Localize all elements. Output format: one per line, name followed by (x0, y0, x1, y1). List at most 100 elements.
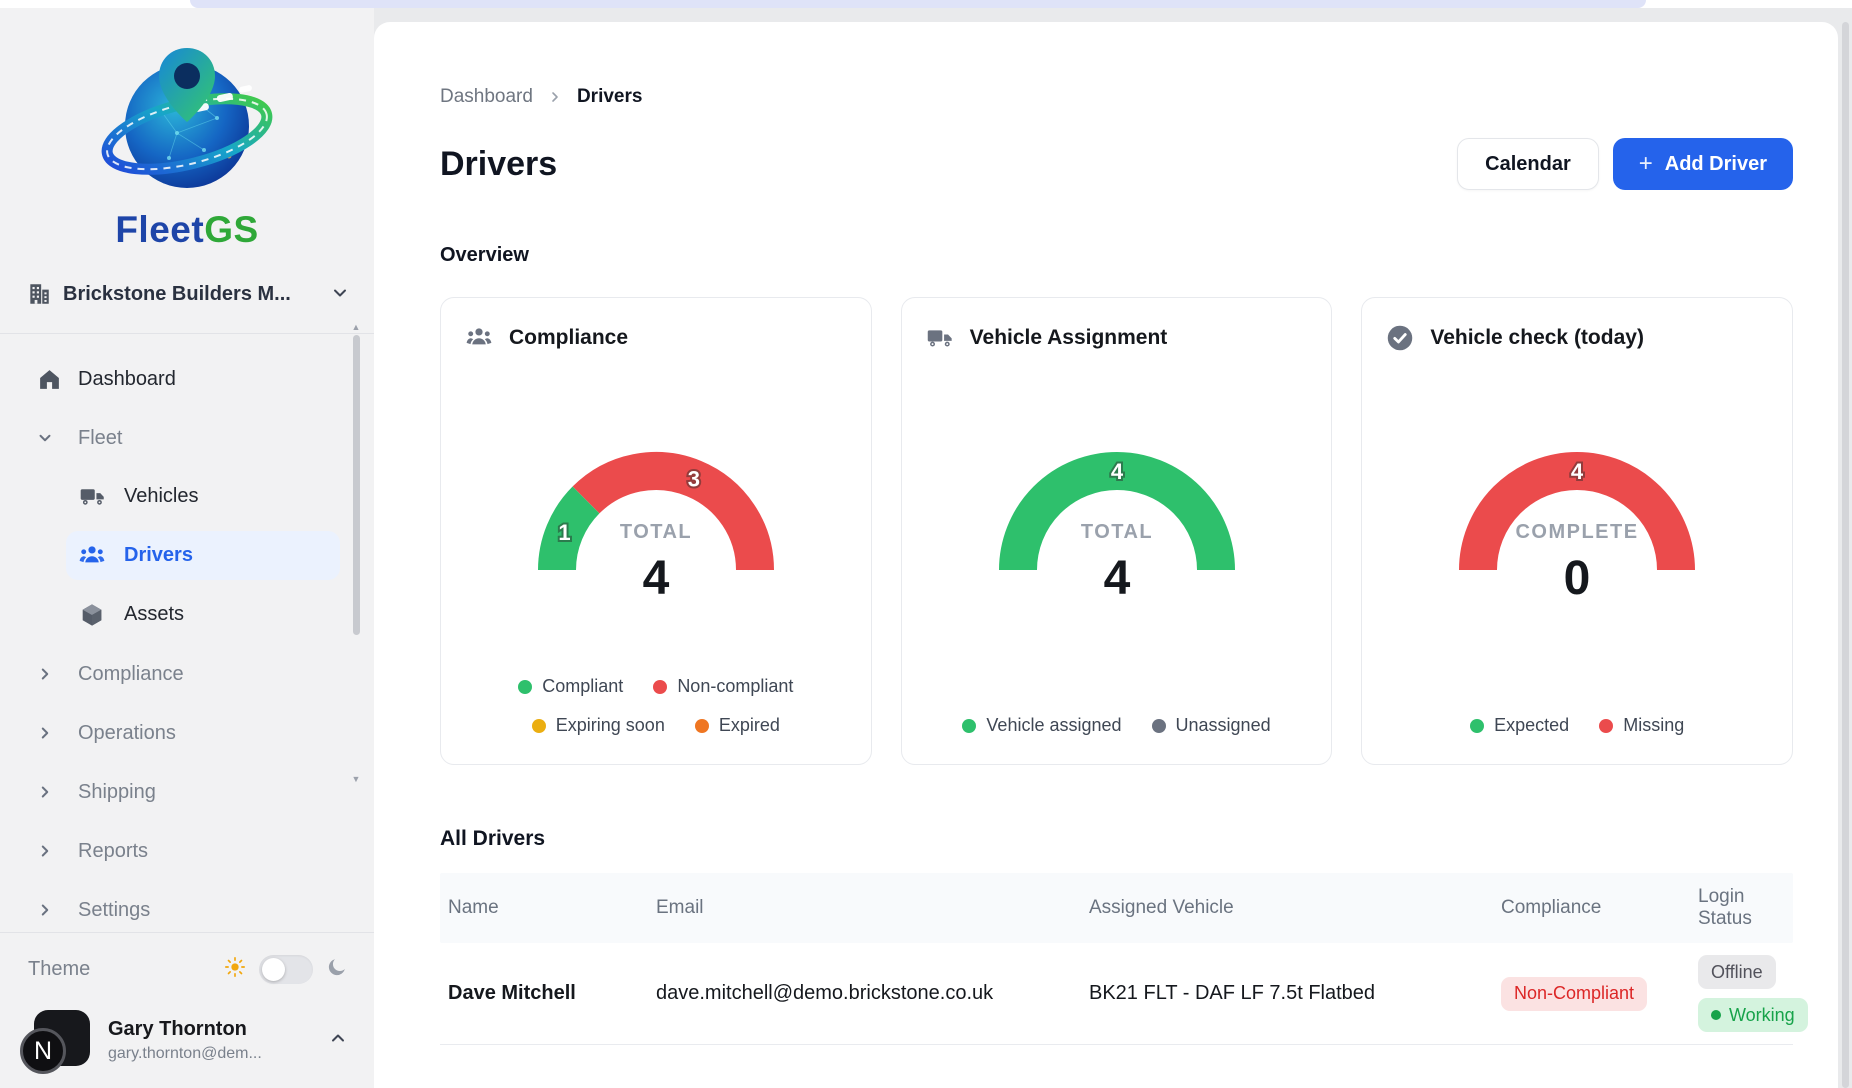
sidebar-scrollbar[interactable]: ▲ ▼ (350, 322, 362, 784)
brand-wordmark: FleetGS (115, 209, 258, 251)
svg-text:4: 4 (642, 552, 669, 600)
breadcrumb-dashboard-link[interactable]: Dashboard (440, 86, 533, 108)
svg-text:3: 3 (688, 467, 700, 492)
users-icon (78, 542, 106, 570)
vehicle-assignment-gauge: TOTAL 4 4 (937, 382, 1297, 600)
svg-text:1: 1 (558, 520, 570, 545)
offline-badge: Offline (1698, 955, 1776, 989)
non-compliant-badge: Non-Compliant (1501, 977, 1647, 1011)
check-circle-icon (1386, 324, 1414, 352)
truck-icon (78, 483, 106, 511)
sidebar-item-drivers[interactable]: Drivers (66, 531, 340, 580)
vehicle-check-legend: Expected Missing (1470, 715, 1684, 742)
column-header-assigned-vehicle: Assigned Vehicle (1081, 897, 1493, 919)
drivers-table: Name Email Assigned Vehicle Compliance L… (440, 873, 1793, 1045)
sidebar-group-operations[interactable]: Operations (0, 708, 374, 758)
working-badge: Working (1698, 998, 1808, 1032)
theme-row: Theme (28, 955, 348, 984)
moon-icon (326, 956, 348, 983)
vehicle-check-card: Vehicle check (today) COMPLETE 0 4 Expec… (1361, 297, 1793, 765)
sidebar-group-settings[interactable]: Settings (0, 885, 374, 932)
sidebar-item-dashboard[interactable]: Dashboard (0, 354, 374, 404)
column-header-email: Email (648, 897, 1081, 919)
breadcrumb: Dashboard Drivers (440, 86, 1793, 108)
table-row[interactable]: Dave Mitchell dave.mitchell@demo.brickst… (440, 943, 1793, 1045)
theme-label: Theme (28, 958, 90, 981)
legend-dot-compliant (518, 680, 532, 694)
sidebar: FleetGS Brickstone Builders M... (0, 8, 374, 1088)
driver-name: Dave Mitchell (440, 982, 648, 1005)
overview-heading: Overview (440, 244, 1793, 267)
column-header-login-status: Login Status (1690, 886, 1793, 930)
svg-text:4: 4 (1110, 459, 1123, 484)
brand-logo: FleetGS (0, 8, 374, 251)
browser-top-strip (0, 0, 1852, 8)
sidebar-group-compliance[interactable]: Compliance (0, 649, 374, 699)
svg-text:0: 0 (1564, 552, 1591, 600)
user-name: Gary Thornton (108, 1018, 262, 1041)
sidebar-group-shipping[interactable]: Shipping (0, 767, 374, 817)
svg-text:4: 4 (1103, 552, 1130, 600)
card-title: Compliance (509, 326, 628, 350)
calendar-button[interactable]: Calendar (1457, 138, 1599, 190)
vehicle-assignment-legend: Vehicle assigned Unassigned (962, 715, 1270, 742)
page-title: Drivers (440, 145, 557, 184)
window-scrollbar[interactable] (1842, 22, 1849, 1088)
svg-text:COMPLETE: COMPLETE (1516, 521, 1639, 543)
driver-vehicle: BK21 FLT - DAF LF 7.5t Flatbed (1081, 982, 1493, 1005)
login-status-cell: Offline Working (1690, 955, 1808, 1032)
legend-dot-expired (695, 719, 709, 733)
driver-email: dave.mitchell@demo.brickstone.co.uk (648, 982, 1081, 1005)
user-menu[interactable]: N Gary Thornton gary.thornton@dem... (28, 1010, 348, 1070)
column-header-compliance: Compliance (1493, 897, 1690, 919)
truck-icon (926, 324, 954, 352)
legend-dot-missing (1599, 719, 1613, 733)
svg-text:TOTAL: TOTAL (620, 521, 692, 543)
browser-notification-bar (190, 0, 1646, 8)
legend-dot-expected (1470, 719, 1484, 733)
card-title: Vehicle Assignment (970, 326, 1168, 350)
sidebar-footer: Theme N Gary Thornton (0, 932, 374, 1088)
chevron-right-icon (36, 783, 54, 801)
chevron-right-icon (36, 724, 54, 742)
sidebar-item-assets[interactable]: Assets (66, 590, 340, 639)
vehicle-assignment-card: Vehicle Assignment TOTAL 4 4 Vehicle ass… (901, 297, 1333, 765)
breadcrumb-current: Drivers (577, 86, 643, 108)
user-email: gary.thornton@dem... (108, 1045, 262, 1063)
working-status-dot (1711, 1010, 1721, 1020)
building-icon (26, 281, 52, 307)
legend-dot-expiring-soon (532, 719, 546, 733)
users-icon (465, 324, 493, 352)
legend-dot-non-compliant (653, 680, 667, 694)
cube-icon (78, 601, 106, 629)
theme-toggle[interactable] (259, 955, 313, 984)
main-content: Dashboard Drivers Drivers Calendar + Add… (374, 22, 1838, 1088)
chevron-down-icon (330, 283, 350, 306)
column-header-name: Name (440, 897, 648, 919)
add-driver-button[interactable]: + Add Driver (1613, 138, 1793, 190)
company-name: Brickstone Builders M... (63, 283, 291, 306)
company-selector[interactable]: Brickstone Builders M... (26, 281, 350, 307)
card-title: Vehicle check (today) (1430, 326, 1644, 350)
chevron-right-icon (36, 842, 54, 860)
toggle-knob (262, 958, 285, 981)
page-header: Drivers Calendar + Add Driver (440, 138, 1793, 190)
compliance-cell: Non-Compliant (1493, 977, 1690, 1011)
chevron-right-icon (36, 901, 54, 919)
scrollbar-thumb[interactable] (353, 335, 360, 635)
compliance-legend: Compliant Non-compliant Expiring soon Ex… (466, 676, 846, 742)
avatar: N (28, 1010, 90, 1070)
chevron-up-icon[interactable] (328, 1028, 348, 1053)
overview-cards: Compliance TOTAL 4 1 3 Compliant Non-comp… (440, 297, 1793, 765)
legend-dot-vehicle-assigned (962, 719, 976, 733)
sidebar-item-vehicles[interactable]: Vehicles (66, 472, 340, 521)
scroll-up-arrow-icon[interactable]: ▲ (352, 322, 361, 332)
fleetgs-globe-logo-icon (99, 38, 275, 201)
scroll-down-arrow-icon[interactable]: ▼ (352, 774, 361, 784)
chevron-right-icon (547, 89, 563, 105)
fleetgs-app: FleetGS Brickstone Builders M... (0, 0, 1852, 1088)
compliance-gauge: TOTAL 4 1 3 (476, 382, 836, 600)
sidebar-group-reports[interactable]: Reports (0, 826, 374, 876)
home-icon (36, 366, 62, 392)
sidebar-group-fleet[interactable]: Fleet (0, 413, 374, 463)
